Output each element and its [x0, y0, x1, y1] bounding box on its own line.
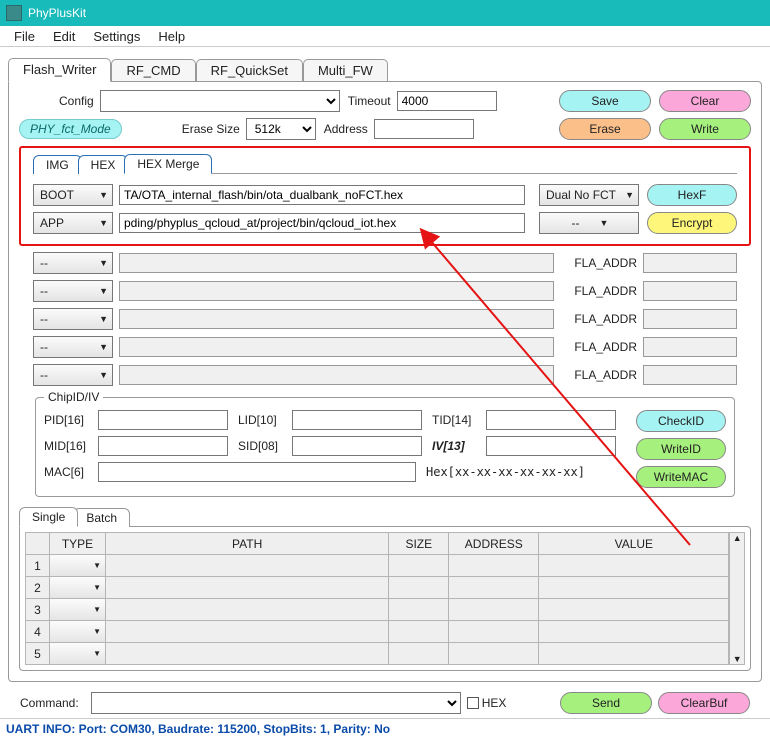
menu-edit[interactable]: Edit — [45, 27, 83, 46]
tab-single[interactable]: Single — [19, 507, 78, 527]
scroll-down-icon[interactable]: ▼ — [733, 654, 742, 664]
chevron-down-icon: ▼ — [99, 218, 108, 228]
chipid-iv-group: ChipID/IV PID[16] LID[10] TID[14] — [35, 390, 735, 497]
config-select[interactable] — [100, 90, 340, 112]
row-3-type[interactable]: ▼ — [50, 599, 105, 620]
iv-input[interactable] — [486, 436, 616, 456]
command-select[interactable] — [91, 692, 461, 714]
col-type: TYPE — [50, 533, 106, 555]
row-4-type[interactable]: ▼ — [50, 621, 105, 642]
encrypt-button[interactable]: Encrypt — [647, 212, 737, 234]
sid-input[interactable] — [292, 436, 422, 456]
single-table-wrap: TYPE PATH SIZE ADDRESS VALUE 1▼ 2▼ 3▼ 4▼… — [19, 526, 751, 671]
clear-button[interactable]: Clear — [659, 90, 751, 112]
merge-row3-type-select[interactable]: --▼ — [33, 252, 113, 274]
row-5-type[interactable]: ▼ — [50, 643, 105, 664]
checkbox-icon — [467, 697, 479, 709]
pid-input[interactable] — [98, 410, 228, 430]
main-tab-row: Flash_Writer RF_CMD RF_QuickSet Multi_FW — [8, 57, 762, 81]
inner-tab-hex-merge[interactable]: HEX Merge — [124, 154, 212, 174]
write-button[interactable]: Write — [659, 118, 751, 140]
merge-row2-path-input[interactable] — [119, 213, 525, 233]
tab-rf-cmd[interactable]: RF_CMD — [111, 59, 195, 82]
writemac-button[interactable]: WriteMAC — [636, 466, 726, 488]
row-2-type[interactable]: ▼ — [50, 577, 105, 598]
iv-label: IV[13] — [432, 439, 480, 453]
writeid-button[interactable]: WriteID — [636, 438, 726, 460]
menu-file[interactable]: File — [6, 27, 43, 46]
clearbuf-button[interactable]: ClearBuf — [658, 692, 750, 714]
tab-multi-fw[interactable]: Multi_FW — [303, 59, 388, 82]
phy-fct-mode-badge[interactable]: PHY_fct_Mode — [19, 119, 122, 139]
inner-tab-img[interactable]: IMG — [33, 155, 82, 174]
tab-flash-writer[interactable]: Flash_Writer — [8, 58, 111, 82]
chevron-down-icon: ▼ — [99, 258, 108, 268]
timeout-label: Timeout — [348, 94, 391, 108]
merge-row2-mode-select[interactable]: --▼ — [539, 212, 639, 234]
single-table: TYPE PATH SIZE ADDRESS VALUE 1▼ 2▼ 3▼ 4▼… — [25, 532, 729, 665]
address-label: Address — [324, 122, 368, 136]
tab-batch[interactable]: Batch — [73, 508, 130, 527]
flash-writer-panel: Config Timeout Save Clear PHY_fct_Mode E… — [8, 81, 762, 682]
checkid-button[interactable]: CheckID — [636, 410, 726, 432]
window-title: PhyPlusKit — [28, 6, 86, 20]
erase-size-select[interactable]: 512k — [246, 118, 316, 140]
sid-label: SID[08] — [238, 439, 286, 453]
menu-bar: File Edit Settings Help — [0, 26, 770, 46]
tab-rf-quickset[interactable]: RF_QuickSet — [196, 59, 303, 82]
send-button[interactable]: Send — [560, 692, 652, 714]
hexf-button[interactable]: HexF — [647, 184, 737, 206]
command-label: Command: — [20, 696, 79, 710]
col-path: PATH — [106, 533, 389, 555]
merge-row7-type-select[interactable]: --▼ — [33, 364, 113, 386]
hex-mask-label: Hex[xx-xx-xx-xx-xx-xx] — [426, 465, 585, 479]
row-1-type[interactable]: ▼ — [50, 555, 105, 576]
merge-row4-type-select[interactable]: --▼ — [33, 280, 113, 302]
chevron-down-icon: ▼ — [99, 190, 108, 200]
merge-row3-addr — [643, 253, 737, 273]
save-button[interactable]: Save — [559, 90, 651, 112]
mac-label: MAC[6] — [44, 465, 92, 479]
chevron-down-icon: ▼ — [625, 190, 634, 200]
mac-input[interactable] — [98, 462, 416, 482]
merge-row4-path — [119, 281, 554, 301]
merge-row3-path — [119, 253, 554, 273]
lid-input[interactable] — [292, 410, 422, 430]
col-size: SIZE — [389, 533, 449, 555]
mid-label: MID[16] — [44, 439, 92, 453]
fla-addr-label: FLA_ADDR — [568, 256, 643, 270]
chipid-legend: ChipID/IV — [44, 390, 103, 404]
tid-input[interactable] — [486, 410, 616, 430]
erase-button[interactable]: Erase — [559, 118, 651, 140]
col-address: ADDRESS — [449, 533, 539, 555]
erase-size-label: Erase Size — [182, 122, 240, 136]
col-value: VALUE — [539, 533, 729, 555]
pid-label: PID[16] — [44, 413, 92, 427]
table-scrollbar[interactable]: ▲ ▼ — [729, 532, 745, 665]
config-label: Config — [59, 94, 94, 108]
merge-row1-type-select[interactable]: BOOT▼ — [33, 184, 113, 206]
timeout-input[interactable] — [397, 91, 497, 111]
address-input[interactable] — [374, 119, 474, 139]
menu-help[interactable]: Help — [150, 27, 193, 46]
hex-checkbox[interactable]: HEX — [467, 696, 507, 710]
mid-input[interactable] — [98, 436, 228, 456]
lid-label: LID[10] — [238, 413, 286, 427]
status-bar: UART INFO: Port: COM30, Baudrate: 115200… — [0, 718, 770, 739]
highlight-box: IMG HEX HEX Merge BOOT▼ Dual No FCT▼ — [19, 146, 751, 246]
inner-tab-hex[interactable]: HEX — [78, 155, 129, 174]
title-bar: PhyPlusKit — [0, 0, 770, 26]
row-1-num: 1 — [26, 555, 50, 577]
merge-row1-mode-select[interactable]: Dual No FCT▼ — [539, 184, 639, 206]
merge-row5-type-select[interactable]: --▼ — [33, 308, 113, 330]
menu-settings[interactable]: Settings — [85, 27, 148, 46]
chevron-down-icon: ▼ — [600, 218, 609, 228]
merge-row1-path-input[interactable] — [119, 185, 525, 205]
scroll-up-icon[interactable]: ▲ — [733, 533, 742, 543]
tid-label: TID[14] — [432, 413, 480, 427]
merge-row2-type-select[interactable]: APP▼ — [33, 212, 113, 234]
merge-row6-type-select[interactable]: --▼ — [33, 336, 113, 358]
app-icon — [6, 5, 22, 21]
